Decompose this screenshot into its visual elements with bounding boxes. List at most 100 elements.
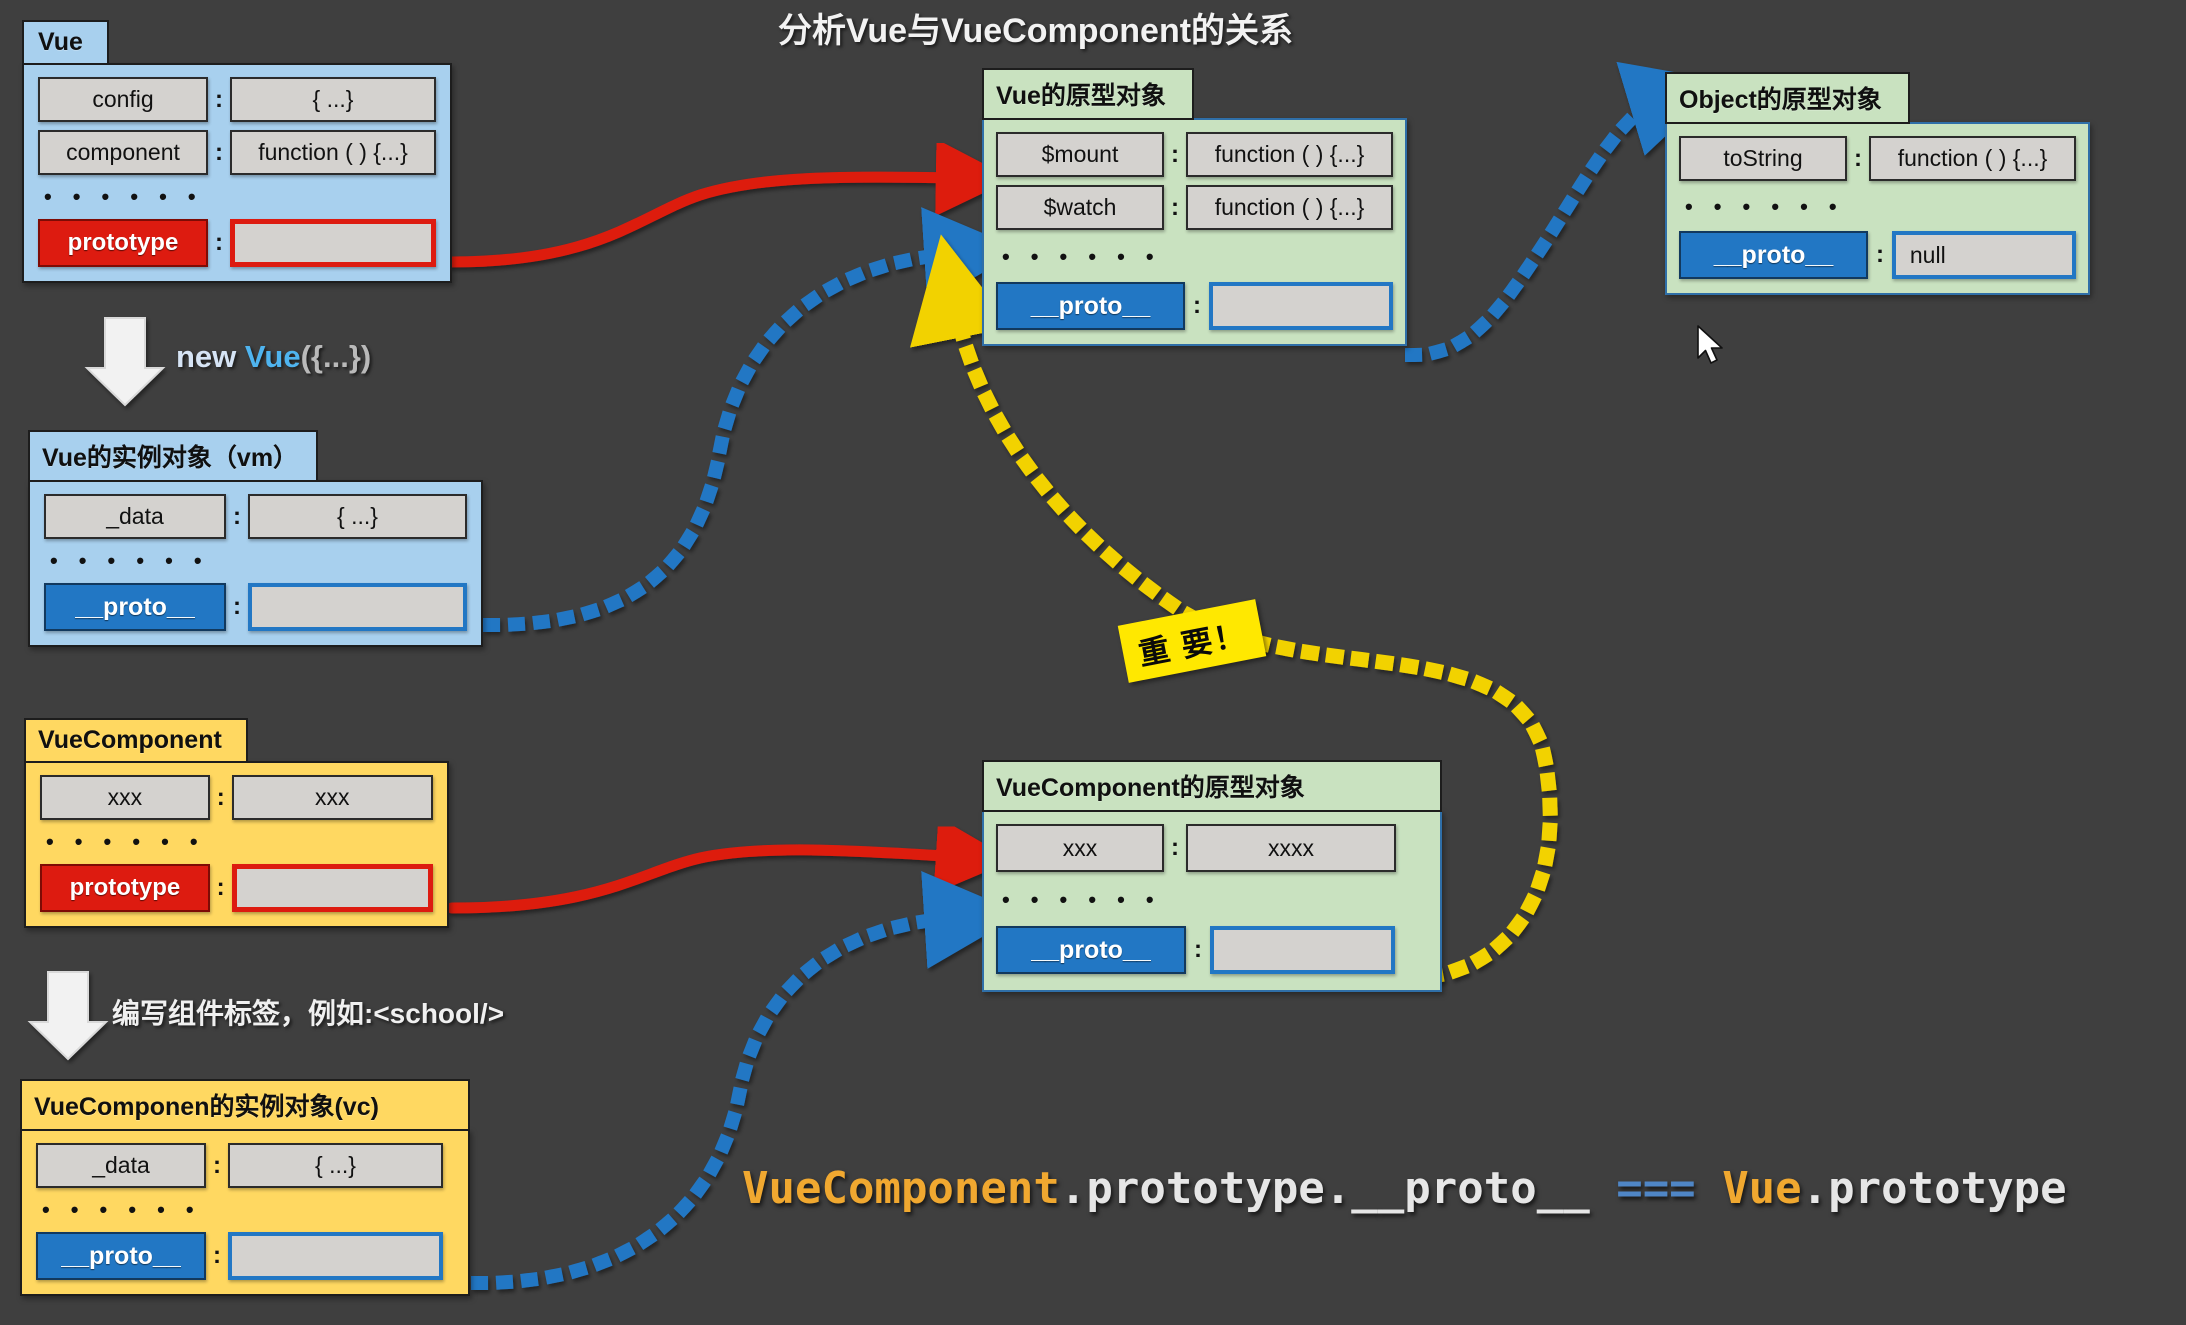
- row-proto: __proto__ : null: [1679, 231, 2076, 279]
- row-data: _data : { ...}: [36, 1143, 454, 1188]
- value-data: { ...}: [248, 494, 467, 539]
- ellipsis: • • • • • •: [1002, 244, 1162, 269]
- key-xxx: xxx: [40, 775, 210, 820]
- colon: :: [1171, 834, 1179, 861]
- key-proto: __proto__: [44, 583, 226, 631]
- colon: :: [213, 1242, 221, 1269]
- card-object-prototype-title: Object的原型对象: [1665, 72, 1910, 124]
- value-xxx: xxx: [231, 775, 433, 820]
- card-vuecomponent-prototype-title: VueComponent的原型对象: [982, 760, 1442, 812]
- key-proto: __proto__: [1679, 231, 1868, 279]
- colon: :: [1854, 144, 1862, 172]
- colon: :: [213, 1151, 221, 1179]
- key-proto: __proto__: [36, 1232, 206, 1280]
- key-prototype: prototype: [40, 864, 210, 912]
- value-proto-ref: [1208, 282, 1393, 330]
- label-write-component-tag: 编写组件标签，例如:<school/>: [112, 998, 505, 1029]
- card-vue-prototype-title: Vue的原型对象: [982, 68, 1194, 120]
- value-prototype-ref: [230, 219, 436, 267]
- card-vue-prototype-object: Vue的原型对象 $mount : function ( ) {...} $wa…: [982, 68, 1407, 346]
- important-sticker: 重 要！: [1117, 599, 1267, 683]
- formula-prototype-proto: .prototype.__proto__: [1059, 1163, 1590, 1214]
- row-proto: __proto__ :: [36, 1232, 454, 1280]
- value-component: function ( ) {...}: [230, 130, 436, 175]
- row-config: config : { ...}: [38, 77, 436, 122]
- row-proto: __proto__ :: [996, 282, 1393, 330]
- label-vue-args: ({...}): [300, 339, 372, 374]
- value-proto-ref: [248, 583, 467, 631]
- key-prototype: prototype: [38, 219, 208, 267]
- ellipsis: • • • • • •: [1685, 194, 1845, 219]
- value-mount: function ( ) {...}: [1186, 132, 1393, 177]
- value-proto-ref: [1210, 926, 1395, 974]
- ellipsis: • • • • • •: [50, 548, 210, 573]
- formula-vue: Vue: [1722, 1163, 1802, 1214]
- ellipsis: • • • • • •: [1002, 887, 1162, 912]
- row-prototype: prototype :: [38, 219, 436, 267]
- colon: :: [1875, 241, 1884, 268]
- card-vuecomponent-instance-title: VueComponen的实例对象(vc): [20, 1079, 470, 1131]
- formula-vuecomponent: VueComponent: [742, 1163, 1060, 1214]
- colon: :: [216, 783, 225, 811]
- card-object-prototype-object: Object的原型对象 toString : function ( ) {...…: [1665, 72, 2090, 295]
- value-data: { ...}: [228, 1143, 443, 1188]
- arrow-vm-proto-to-vue-proto-obj: [482, 207, 1023, 633]
- colon: :: [216, 874, 225, 901]
- card-vuecomponent-prototype-object: VueComponent的原型对象 xxx : xxxx • • • • • •…: [982, 760, 1442, 992]
- arrow-vue-proto-obj-to-object-proto-obj: [1404, 61, 1725, 363]
- row-data: _data : { ...}: [44, 494, 467, 539]
- row-proto: __proto__ :: [44, 583, 467, 631]
- key-mount: $mount: [996, 132, 1164, 177]
- colon: :: [215, 85, 223, 113]
- card-vue: Vue config : { ...} component : function…: [22, 20, 452, 283]
- colon: :: [233, 593, 241, 620]
- page-title: 分析Vue与VueComponent的关系: [778, 12, 1294, 50]
- card-vue-instance-title: Vue的实例对象（vm）: [28, 430, 319, 482]
- mouse-cursor-icon: [1697, 325, 1723, 364]
- key-tostring: toString: [1679, 136, 1847, 181]
- arrow-vue-prototype-to-vue-proto-obj: [446, 139, 1013, 268]
- row-prototype: prototype :: [40, 864, 433, 912]
- card-vue-instance: Vue的实例对象（vm） _data : { ...} • • • • • • …: [28, 430, 483, 647]
- colon: :: [233, 502, 241, 530]
- down-arrow-new-vue: [84, 317, 166, 407]
- value-watch: function ( ) {...}: [1186, 185, 1393, 230]
- formula-strict-equals: ===: [1616, 1163, 1696, 1214]
- arrow-vuecomponent-prototype-to-vc-proto-obj: [446, 817, 1013, 914]
- card-vuecomponent-instance: VueComponen的实例对象(vc) _data : { ...} • • …: [20, 1079, 470, 1296]
- card-vue-title: Vue: [22, 20, 109, 65]
- row-watch: $watch : function ( ) {...}: [996, 185, 1393, 230]
- label-new-vue: new Vue({...}): [176, 339, 371, 375]
- label-vue-ctor: Vue: [244, 339, 301, 374]
- label-new-keyword: new: [176, 339, 245, 374]
- value-proto-ref: [228, 1232, 443, 1280]
- colon: :: [215, 229, 223, 256]
- arrow-vc-proto-to-vuecomponent-proto-obj: [470, 871, 1023, 1291]
- key-data: _data: [44, 494, 226, 539]
- colon: :: [1194, 936, 1202, 963]
- key-config: config: [38, 77, 208, 122]
- value-proto-null: null: [1891, 231, 2076, 279]
- key-proto: __proto__: [996, 926, 1186, 974]
- value-prototype-ref: [231, 864, 433, 912]
- key-data: _data: [36, 1143, 206, 1188]
- colon: :: [1192, 292, 1201, 319]
- colon: :: [215, 138, 223, 166]
- card-vuecomponent: VueComponent xxx : xxx • • • • • • proto…: [24, 718, 449, 928]
- row-xxx: xxx : xxxx: [996, 824, 1428, 872]
- key-xxx: xxx: [996, 824, 1164, 872]
- row-component: component : function ( ) {...}: [38, 130, 436, 175]
- formula-text: VueComponent.prototype.__proto__ === Vue…: [742, 1163, 2067, 1214]
- row-mount: $mount : function ( ) {...}: [996, 132, 1393, 177]
- card-vuecomponent-title: VueComponent: [24, 718, 248, 763]
- colon: :: [1171, 140, 1179, 168]
- ellipsis: • • • • • •: [44, 184, 204, 209]
- row-tostring: toString : function ( ) {...}: [1679, 136, 2076, 181]
- key-proto: __proto__: [996, 282, 1186, 330]
- value-config: { ...}: [230, 77, 436, 122]
- down-arrow-write-component-tag: [27, 971, 109, 1061]
- key-component: component: [38, 130, 208, 175]
- row-proto: __proto__ :: [996, 926, 1428, 974]
- ellipsis: • • • • • •: [42, 1197, 202, 1222]
- ellipsis: • • • • • •: [46, 829, 206, 854]
